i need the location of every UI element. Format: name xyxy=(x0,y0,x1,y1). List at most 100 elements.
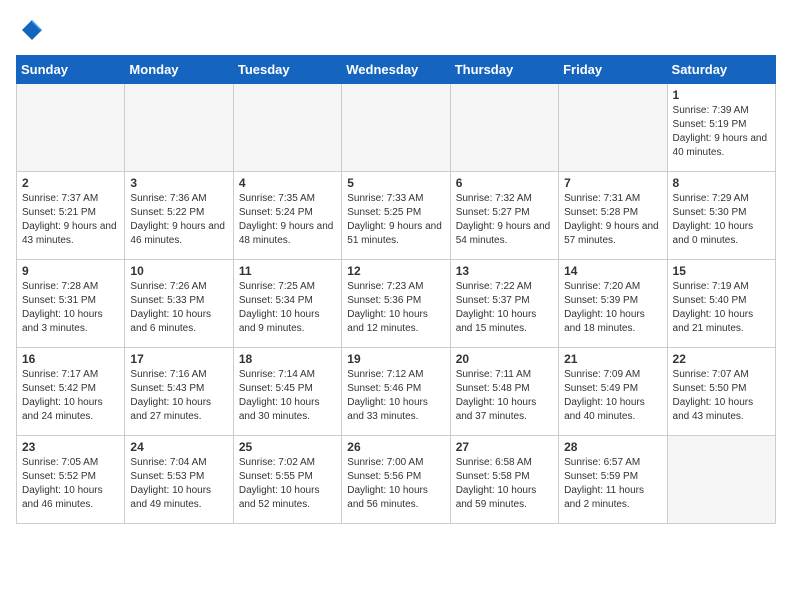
week-row-5: 23 Sunrise: 7:05 AM Sunset: 5:52 PM Dayli… xyxy=(17,435,776,523)
day-number: 12 xyxy=(347,264,444,278)
day-info: Sunrise: 7:20 AM Sunset: 5:39 PM Dayligh… xyxy=(564,280,661,336)
day-cell: 5 Sunrise: 7:33 AM Sunset: 5:25 PM Daylig… xyxy=(342,171,450,259)
day-number: 21 xyxy=(564,352,661,366)
day-number: 11 xyxy=(239,264,336,278)
day-number: 1 xyxy=(673,88,770,102)
day-info: Sunrise: 7:16 AM Sunset: 5:43 PM Dayligh… xyxy=(130,368,227,424)
calendar: SundayMondayTuesdayWednesdayThursdayFrid… xyxy=(16,55,776,524)
day-info: Sunrise: 7:29 AM Sunset: 5:30 PM Dayligh… xyxy=(673,192,770,248)
day-info: Sunrise: 7:23 AM Sunset: 5:36 PM Dayligh… xyxy=(347,280,444,336)
day-number: 18 xyxy=(239,352,336,366)
day-cell: 27Sunrise: 6:58 AM Sunset: 5:58 PM Dayli… xyxy=(450,435,558,523)
day-number: 17 xyxy=(130,352,227,366)
day-cell: 24 Sunrise: 7:04 AM Sunset: 5:53 PM Dayli… xyxy=(125,435,233,523)
day-number: 24 xyxy=(130,440,227,454)
day-cell: 9 Sunrise: 7:28 AM Sunset: 5:31 PM Daylig… xyxy=(17,259,125,347)
day-cell xyxy=(667,435,775,523)
day-cell: 7Sunrise: 7:31 AM Sunset: 5:28 PM Daylig… xyxy=(559,171,667,259)
day-cell: 19Sunrise: 7:12 AM Sunset: 5:46 PM Dayli… xyxy=(342,347,450,435)
day-info: Sunrise: 7:22 AM Sunset: 5:37 PM Dayligh… xyxy=(456,280,553,336)
day-cell: 17 Sunrise: 7:16 AM Sunset: 5:43 PM Dayli… xyxy=(125,347,233,435)
day-number: 28 xyxy=(564,440,661,454)
day-info: Sunrise: 7:00 AM Sunset: 5:56 PM Dayligh… xyxy=(347,456,444,512)
day-cell xyxy=(17,83,125,171)
day-info: Sunrise: 7:04 AM Sunset: 5:53 PM Dayligh… xyxy=(130,456,227,512)
day-number: 23 xyxy=(22,440,119,454)
day-info: Sunrise: 7:39 AM Sunset: 5:19 PM Dayligh… xyxy=(673,104,770,160)
day-cell: 8 Sunrise: 7:29 AM Sunset: 5:30 PM Daylig… xyxy=(667,171,775,259)
page-header xyxy=(16,16,776,45)
day-cell: 3 Sunrise: 7:36 AM Sunset: 5:22 PM Daylig… xyxy=(125,171,233,259)
day-cell: 10 Sunrise: 7:26 AM Sunset: 5:33 PM Dayli… xyxy=(125,259,233,347)
day-cell: 4 Sunrise: 7:35 AM Sunset: 5:24 PM Daylig… xyxy=(233,171,341,259)
day-cell: 11 Sunrise: 7:25 AM Sunset: 5:34 PM Dayli… xyxy=(233,259,341,347)
day-number: 20 xyxy=(456,352,553,366)
weekday-monday: Monday xyxy=(125,55,233,83)
day-info: Sunrise: 7:31 AM Sunset: 5:28 PM Dayligh… xyxy=(564,192,661,248)
day-number: 26 xyxy=(347,440,444,454)
day-number: 9 xyxy=(22,264,119,278)
day-info: Sunrise: 7:09 AM Sunset: 5:49 PM Dayligh… xyxy=(564,368,661,424)
day-number: 8 xyxy=(673,176,770,190)
day-cell: 13 Sunrise: 7:22 AM Sunset: 5:37 PM Dayli… xyxy=(450,259,558,347)
day-cell: 1 Sunrise: 7:39 AM Sunset: 5:19 PM Daylig… xyxy=(667,83,775,171)
day-cell: 12 Sunrise: 7:23 AM Sunset: 5:36 PM Dayli… xyxy=(342,259,450,347)
weekday-thursday: Thursday xyxy=(450,55,558,83)
weekday-wednesday: Wednesday xyxy=(342,55,450,83)
week-row-1: 1 Sunrise: 7:39 AM Sunset: 5:19 PM Daylig… xyxy=(17,83,776,171)
day-number: 3 xyxy=(130,176,227,190)
day-number: 15 xyxy=(673,264,770,278)
day-number: 25 xyxy=(239,440,336,454)
day-info: Sunrise: 7:05 AM Sunset: 5:52 PM Dayligh… xyxy=(22,456,119,512)
day-info: Sunrise: 7:33 AM Sunset: 5:25 PM Dayligh… xyxy=(347,192,444,248)
weekday-header-row: SundayMondayTuesdayWednesdayThursdayFrid… xyxy=(17,55,776,83)
logo-icon xyxy=(18,16,46,44)
day-info: Sunrise: 7:26 AM Sunset: 5:33 PM Dayligh… xyxy=(130,280,227,336)
logo xyxy=(16,16,46,45)
day-cell xyxy=(450,83,558,171)
calendar-body: 1 Sunrise: 7:39 AM Sunset: 5:19 PM Daylig… xyxy=(17,83,776,523)
week-row-3: 9 Sunrise: 7:28 AM Sunset: 5:31 PM Daylig… xyxy=(17,259,776,347)
day-info: Sunrise: 7:37 AM Sunset: 5:21 PM Dayligh… xyxy=(22,192,119,248)
day-info: Sunrise: 7:28 AM Sunset: 5:31 PM Dayligh… xyxy=(22,280,119,336)
weekday-tuesday: Tuesday xyxy=(233,55,341,83)
day-cell: 20 Sunrise: 7:11 AM Sunset: 5:48 PM Dayli… xyxy=(450,347,558,435)
day-number: 2 xyxy=(22,176,119,190)
day-number: 10 xyxy=(130,264,227,278)
day-info: Sunrise: 7:25 AM Sunset: 5:34 PM Dayligh… xyxy=(239,280,336,336)
day-info: Sunrise: 7:19 AM Sunset: 5:40 PM Dayligh… xyxy=(673,280,770,336)
day-cell xyxy=(233,83,341,171)
day-cell: 25 Sunrise: 7:02 AM Sunset: 5:55 PM Dayli… xyxy=(233,435,341,523)
day-cell: 26 Sunrise: 7:00 AM Sunset: 5:56 PM Dayli… xyxy=(342,435,450,523)
day-cell xyxy=(342,83,450,171)
weekday-friday: Friday xyxy=(559,55,667,83)
day-info: Sunrise: 7:35 AM Sunset: 5:24 PM Dayligh… xyxy=(239,192,336,248)
day-cell: 2 Sunrise: 7:37 AM Sunset: 5:21 PM Daylig… xyxy=(17,171,125,259)
day-info: Sunrise: 6:58 AM Sunset: 5:58 PM Dayligh… xyxy=(456,456,553,512)
week-row-2: 2 Sunrise: 7:37 AM Sunset: 5:21 PM Daylig… xyxy=(17,171,776,259)
day-number: 22 xyxy=(673,352,770,366)
day-cell: 6 Sunrise: 7:32 AM Sunset: 5:27 PM Daylig… xyxy=(450,171,558,259)
day-cell: 23 Sunrise: 7:05 AM Sunset: 5:52 PM Dayli… xyxy=(17,435,125,523)
day-info: Sunrise: 7:02 AM Sunset: 5:55 PM Dayligh… xyxy=(239,456,336,512)
day-number: 4 xyxy=(239,176,336,190)
day-info: Sunrise: 7:17 AM Sunset: 5:42 PM Dayligh… xyxy=(22,368,119,424)
day-info: Sunrise: 7:11 AM Sunset: 5:48 PM Dayligh… xyxy=(456,368,553,424)
day-info: Sunrise: 7:36 AM Sunset: 5:22 PM Dayligh… xyxy=(130,192,227,248)
day-info: Sunrise: 7:14 AM Sunset: 5:45 PM Dayligh… xyxy=(239,368,336,424)
day-number: 5 xyxy=(347,176,444,190)
day-cell: 18 Sunrise: 7:14 AM Sunset: 5:45 PM Dayli… xyxy=(233,347,341,435)
day-info: Sunrise: 7:32 AM Sunset: 5:27 PM Dayligh… xyxy=(456,192,553,248)
day-cell xyxy=(125,83,233,171)
day-cell: 15 Sunrise: 7:19 AM Sunset: 5:40 PM Dayli… xyxy=(667,259,775,347)
day-cell xyxy=(559,83,667,171)
day-cell: 14Sunrise: 7:20 AM Sunset: 5:39 PM Dayli… xyxy=(559,259,667,347)
day-cell: 28Sunrise: 6:57 AM Sunset: 5:59 PM Dayli… xyxy=(559,435,667,523)
day-info: Sunrise: 7:12 AM Sunset: 5:46 PM Dayligh… xyxy=(347,368,444,424)
day-number: 13 xyxy=(456,264,553,278)
day-cell: 21 Sunrise: 7:09 AM Sunset: 5:49 PM Dayli… xyxy=(559,347,667,435)
day-number: 6 xyxy=(456,176,553,190)
day-cell: 22Sunrise: 7:07 AM Sunset: 5:50 PM Dayli… xyxy=(667,347,775,435)
day-number: 16 xyxy=(22,352,119,366)
weekday-sunday: Sunday xyxy=(17,55,125,83)
